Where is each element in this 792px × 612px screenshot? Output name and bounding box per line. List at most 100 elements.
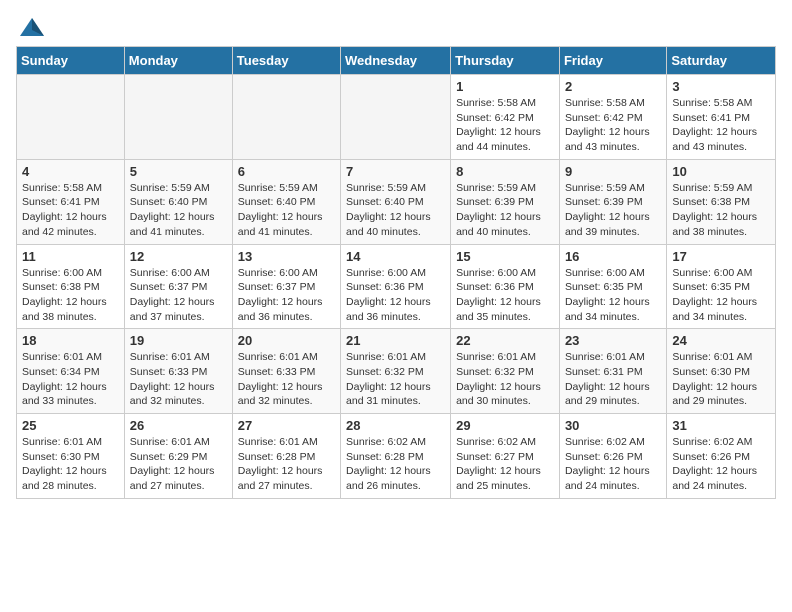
day-number: 25 <box>22 418 119 433</box>
day-number: 30 <box>565 418 661 433</box>
day-info: Sunrise: 5:58 AMSunset: 6:41 PMDaylight:… <box>672 96 770 155</box>
calendar-day-cell: 22Sunrise: 6:01 AMSunset: 6:32 PMDayligh… <box>451 329 560 414</box>
day-number: 18 <box>22 333 119 348</box>
calendar-day-cell: 5 Sunrise: 5:59 AMSunset: 6:40 PMDaylight… <box>124 159 232 244</box>
calendar-day-cell: 29 Sunrise: 6:02 AMSunset: 6:27 PMDayligh… <box>451 414 560 499</box>
calendar-day-cell: 25Sunrise: 6:01 AMSunset: 6:30 PMDayligh… <box>17 414 125 499</box>
calendar-day-cell: 28 Sunrise: 6:02 AMSunset: 6:28 PMDayligh… <box>341 414 451 499</box>
calendar-week-row: 11 Sunrise: 6:00 AMSunset: 6:38 PMDayligh… <box>17 244 776 329</box>
day-info: Sunrise: 6:00 AMSunset: 6:37 PMDaylight:… <box>238 266 335 325</box>
weekday-header: Monday <box>124 47 232 75</box>
calendar-day-cell: 8Sunrise: 5:59 AMSunset: 6:39 PMDaylight… <box>451 159 560 244</box>
calendar-table: SundayMondayTuesdayWednesdayThursdayFrid… <box>16 46 776 499</box>
day-number: 13 <box>238 249 335 264</box>
day-info: Sunrise: 6:02 AMSunset: 6:28 PMDaylight:… <box>346 435 445 494</box>
logo-icon <box>18 16 46 38</box>
day-number: 7 <box>346 164 445 179</box>
day-number: 14 <box>346 249 445 264</box>
calendar-day-cell: 3 Sunrise: 5:58 AMSunset: 6:41 PMDaylight… <box>667 75 776 160</box>
day-info: Sunrise: 6:00 AMSunset: 6:36 PMDaylight:… <box>456 266 554 325</box>
day-info: Sunrise: 5:59 AMSunset: 6:40 PMDaylight:… <box>130 181 227 240</box>
day-number: 4 <box>22 164 119 179</box>
day-info: Sunrise: 6:01 AMSunset: 6:28 PMDaylight:… <box>238 435 335 494</box>
calendar-day-cell: 7Sunrise: 5:59 AMSunset: 6:40 PMDaylight… <box>341 159 451 244</box>
day-number: 8 <box>456 164 554 179</box>
calendar-week-row: 4 Sunrise: 5:58 AMSunset: 6:41 PMDaylight… <box>17 159 776 244</box>
calendar-day-cell: 23 Sunrise: 6:01 AMSunset: 6:31 PMDayligh… <box>559 329 666 414</box>
weekday-header: Tuesday <box>232 47 340 75</box>
day-number: 11 <box>22 249 119 264</box>
calendar-day-cell: 20 Sunrise: 6:01 AMSunset: 6:33 PMDayligh… <box>232 329 340 414</box>
day-number: 28 <box>346 418 445 433</box>
calendar-day-cell: 26 Sunrise: 6:01 AMSunset: 6:29 PMDayligh… <box>124 414 232 499</box>
calendar-day-cell <box>17 75 125 160</box>
day-info: Sunrise: 6:01 AMSunset: 6:33 PMDaylight:… <box>130 350 227 409</box>
day-number: 20 <box>238 333 335 348</box>
day-number: 15 <box>456 249 554 264</box>
day-number: 24 <box>672 333 770 348</box>
day-info: Sunrise: 6:02 AMSunset: 6:26 PMDaylight:… <box>565 435 661 494</box>
day-info: Sunrise: 6:01 AMSunset: 6:31 PMDaylight:… <box>565 350 661 409</box>
day-number: 9 <box>565 164 661 179</box>
day-info: Sunrise: 5:58 AMSunset: 6:42 PMDaylight:… <box>456 96 554 155</box>
calendar-week-row: 25Sunrise: 6:01 AMSunset: 6:30 PMDayligh… <box>17 414 776 499</box>
day-info: Sunrise: 6:01 AMSunset: 6:33 PMDaylight:… <box>238 350 335 409</box>
calendar-day-cell: 17Sunrise: 6:00 AMSunset: 6:35 PMDayligh… <box>667 244 776 329</box>
weekday-header: Wednesday <box>341 47 451 75</box>
day-number: 29 <box>456 418 554 433</box>
day-number: 1 <box>456 79 554 94</box>
calendar-day-cell: 12 Sunrise: 6:00 AMSunset: 6:37 PMDayligh… <box>124 244 232 329</box>
calendar-day-cell: 14 Sunrise: 6:00 AMSunset: 6:36 PMDayligh… <box>341 244 451 329</box>
day-info: Sunrise: 6:02 AMSunset: 6:27 PMDaylight:… <box>456 435 554 494</box>
calendar-day-cell: 15 Sunrise: 6:00 AMSunset: 6:36 PMDayligh… <box>451 244 560 329</box>
day-info: Sunrise: 5:59 AMSunset: 6:38 PMDaylight:… <box>672 181 770 240</box>
calendar-day-cell: 13 Sunrise: 6:00 AMSunset: 6:37 PMDayligh… <box>232 244 340 329</box>
logo <box>16 16 48 38</box>
weekday-header: Saturday <box>667 47 776 75</box>
day-number: 17 <box>672 249 770 264</box>
calendar-day-cell: 30 Sunrise: 6:02 AMSunset: 6:26 PMDayligh… <box>559 414 666 499</box>
calendar-day-cell: 21 Sunrise: 6:01 AMSunset: 6:32 PMDayligh… <box>341 329 451 414</box>
day-number: 21 <box>346 333 445 348</box>
day-info: Sunrise: 6:00 AMSunset: 6:36 PMDaylight:… <box>346 266 445 325</box>
calendar-day-cell: 18 Sunrise: 6:01 AMSunset: 6:34 PMDayligh… <box>17 329 125 414</box>
calendar-week-row: 18 Sunrise: 6:01 AMSunset: 6:34 PMDayligh… <box>17 329 776 414</box>
calendar-day-cell <box>232 75 340 160</box>
calendar-day-cell: 10 Sunrise: 5:59 AMSunset: 6:38 PMDayligh… <box>667 159 776 244</box>
calendar-header-row: SundayMondayTuesdayWednesdayThursdayFrid… <box>17 47 776 75</box>
day-info: Sunrise: 5:59 AMSunset: 6:39 PMDaylight:… <box>565 181 661 240</box>
weekday-header: Friday <box>559 47 666 75</box>
weekday-header: Sunday <box>17 47 125 75</box>
day-info: Sunrise: 5:58 AMSunset: 6:41 PMDaylight:… <box>22 181 119 240</box>
day-info: Sunrise: 6:00 AMSunset: 6:35 PMDaylight:… <box>565 266 661 325</box>
day-info: Sunrise: 6:02 AMSunset: 6:26 PMDaylight:… <box>672 435 770 494</box>
day-number: 26 <box>130 418 227 433</box>
day-number: 19 <box>130 333 227 348</box>
day-info: Sunrise: 6:01 AMSunset: 6:32 PMDaylight:… <box>456 350 554 409</box>
day-info: Sunrise: 5:59 AMSunset: 6:40 PMDaylight:… <box>238 181 335 240</box>
calendar-day-cell: 31Sunrise: 6:02 AMSunset: 6:26 PMDayligh… <box>667 414 776 499</box>
calendar-day-cell: 2 Sunrise: 5:58 AMSunset: 6:42 PMDaylight… <box>559 75 666 160</box>
calendar-day-cell <box>124 75 232 160</box>
day-info: Sunrise: 6:01 AMSunset: 6:30 PMDaylight:… <box>672 350 770 409</box>
day-number: 10 <box>672 164 770 179</box>
day-info: Sunrise: 6:01 AMSunset: 6:32 PMDaylight:… <box>346 350 445 409</box>
day-info: Sunrise: 6:00 AMSunset: 6:38 PMDaylight:… <box>22 266 119 325</box>
calendar-day-cell <box>341 75 451 160</box>
day-number: 2 <box>565 79 661 94</box>
header <box>16 16 776 38</box>
calendar-day-cell: 4 Sunrise: 5:58 AMSunset: 6:41 PMDaylight… <box>17 159 125 244</box>
day-number: 12 <box>130 249 227 264</box>
weekday-header: Thursday <box>451 47 560 75</box>
day-info: Sunrise: 6:00 AMSunset: 6:37 PMDaylight:… <box>130 266 227 325</box>
day-number: 3 <box>672 79 770 94</box>
day-number: 5 <box>130 164 227 179</box>
day-number: 23 <box>565 333 661 348</box>
calendar-day-cell: 24 Sunrise: 6:01 AMSunset: 6:30 PMDayligh… <box>667 329 776 414</box>
calendar-day-cell: 19 Sunrise: 6:01 AMSunset: 6:33 PMDayligh… <box>124 329 232 414</box>
day-info: Sunrise: 6:01 AMSunset: 6:29 PMDaylight:… <box>130 435 227 494</box>
day-info: Sunrise: 5:58 AMSunset: 6:42 PMDaylight:… <box>565 96 661 155</box>
calendar-day-cell: 9 Sunrise: 5:59 AMSunset: 6:39 PMDaylight… <box>559 159 666 244</box>
day-info: Sunrise: 6:01 AMSunset: 6:34 PMDaylight:… <box>22 350 119 409</box>
calendar-week-row: 1 Sunrise: 5:58 AMSunset: 6:42 PMDaylight… <box>17 75 776 160</box>
